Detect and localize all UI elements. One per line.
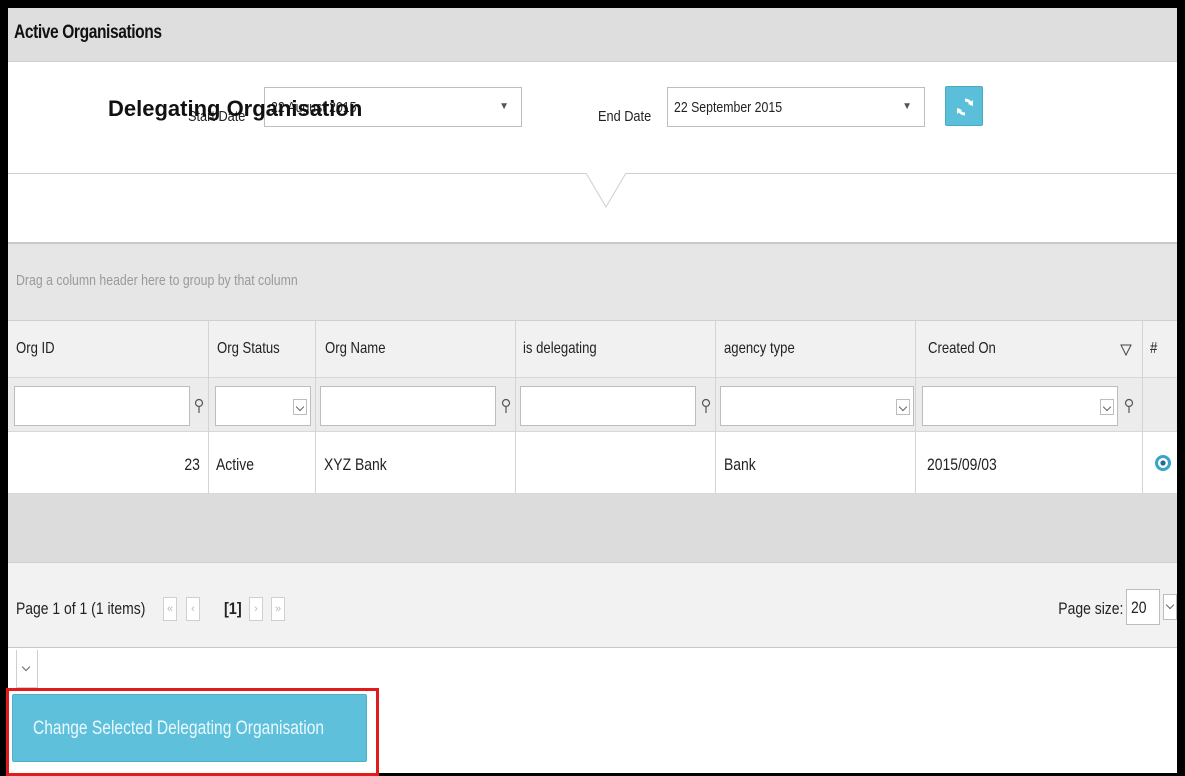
filter-pin-icon[interactable] [501, 398, 511, 414]
page-size-value: 20 [1131, 598, 1147, 617]
end-date-picker[interactable]: 22 September 2015 ▼ [667, 87, 925, 127]
column-separator [315, 320, 316, 494]
column-header-org-name[interactable]: Org Name [325, 340, 386, 358]
chevron-down-icon: ▼ [499, 101, 509, 112]
end-date-label: End Date [598, 108, 652, 125]
refresh-icon [957, 98, 973, 116]
group-panel[interactable]: Drag a column header here to group by th… [8, 244, 1177, 320]
column-header-is-delegating[interactable]: is delegating [523, 340, 597, 358]
pager-summary: Page 1 of 1 (1 items) [16, 599, 146, 618]
sort-filter-icon[interactable] [1120, 344, 1132, 356]
chevron-down-icon[interactable] [1163, 594, 1177, 620]
refresh-button[interactable] [945, 86, 983, 126]
group-hint: Drag a column header here to group by th… [16, 272, 298, 289]
filter-pin-icon[interactable] [701, 398, 711, 414]
page-size-select[interactable]: 20 [1126, 589, 1160, 625]
agency-type-filter-select[interactable] [720, 386, 914, 426]
column-header-agency-type[interactable]: agency type [724, 340, 795, 358]
org-status-filter-select[interactable] [215, 386, 311, 426]
is-delegating-filter-input[interactable] [520, 386, 696, 426]
column-separator [515, 320, 516, 494]
chevron-down-icon: ▼ [902, 101, 912, 112]
table-row[interactable] [8, 432, 1177, 494]
column-separator [208, 320, 209, 494]
org-id-filter-input[interactable] [14, 386, 190, 426]
end-date-value: 22 September 2015 [674, 99, 783, 116]
delegating-organisation-title: Delegating Organisation [108, 96, 363, 121]
cell-org-id: 23 [184, 455, 200, 474]
panel-header: Active Organisations [8, 8, 1177, 62]
column-header-created-on[interactable]: Created On [928, 340, 996, 358]
highlight-box [6, 688, 379, 776]
column-header-org-status[interactable]: Org Status [217, 340, 280, 358]
first-page-icon[interactable]: « [163, 597, 177, 621]
next-page-icon[interactable]: › [249, 597, 263, 621]
grid-pager: Page 1 of 1 (1 items) « ‹ [1] › » Page s… [8, 562, 1177, 648]
page-title: Active Organisations [14, 22, 162, 43]
chevron-down-icon [1100, 399, 1114, 415]
column-separator [915, 320, 916, 494]
cell-org-name: XYZ Bank [324, 455, 387, 474]
chevron-down-icon [896, 399, 910, 415]
cell-created-on: 2015/09/03 [927, 455, 997, 474]
chevron-down-icon [293, 399, 307, 415]
created-on-filter-select[interactable] [922, 386, 1118, 426]
current-page[interactable]: [1] [224, 599, 242, 619]
column-header-actions: # [1150, 340, 1158, 357]
cell-org-status: Active [216, 455, 254, 474]
view-eye-icon[interactable] [1154, 454, 1172, 472]
grid-empty-area [8, 494, 1177, 562]
filter-pin-icon[interactable] [1124, 398, 1134, 414]
last-page-icon[interactable]: » [271, 597, 285, 621]
collapse-notch-icon[interactable] [586, 173, 626, 209]
org-name-filter-input[interactable] [320, 386, 496, 426]
cell-agency-type: Bank [724, 455, 756, 474]
column-separator [1142, 320, 1143, 494]
expand-dropdown[interactable] [16, 650, 38, 688]
page-size-label: Page size: [1057, 599, 1123, 618]
filter-pin-icon[interactable] [194, 398, 204, 414]
column-header-org-id[interactable]: Org ID [16, 340, 55, 358]
column-separator [715, 320, 716, 494]
previous-page-icon[interactable]: ‹ [186, 597, 200, 621]
